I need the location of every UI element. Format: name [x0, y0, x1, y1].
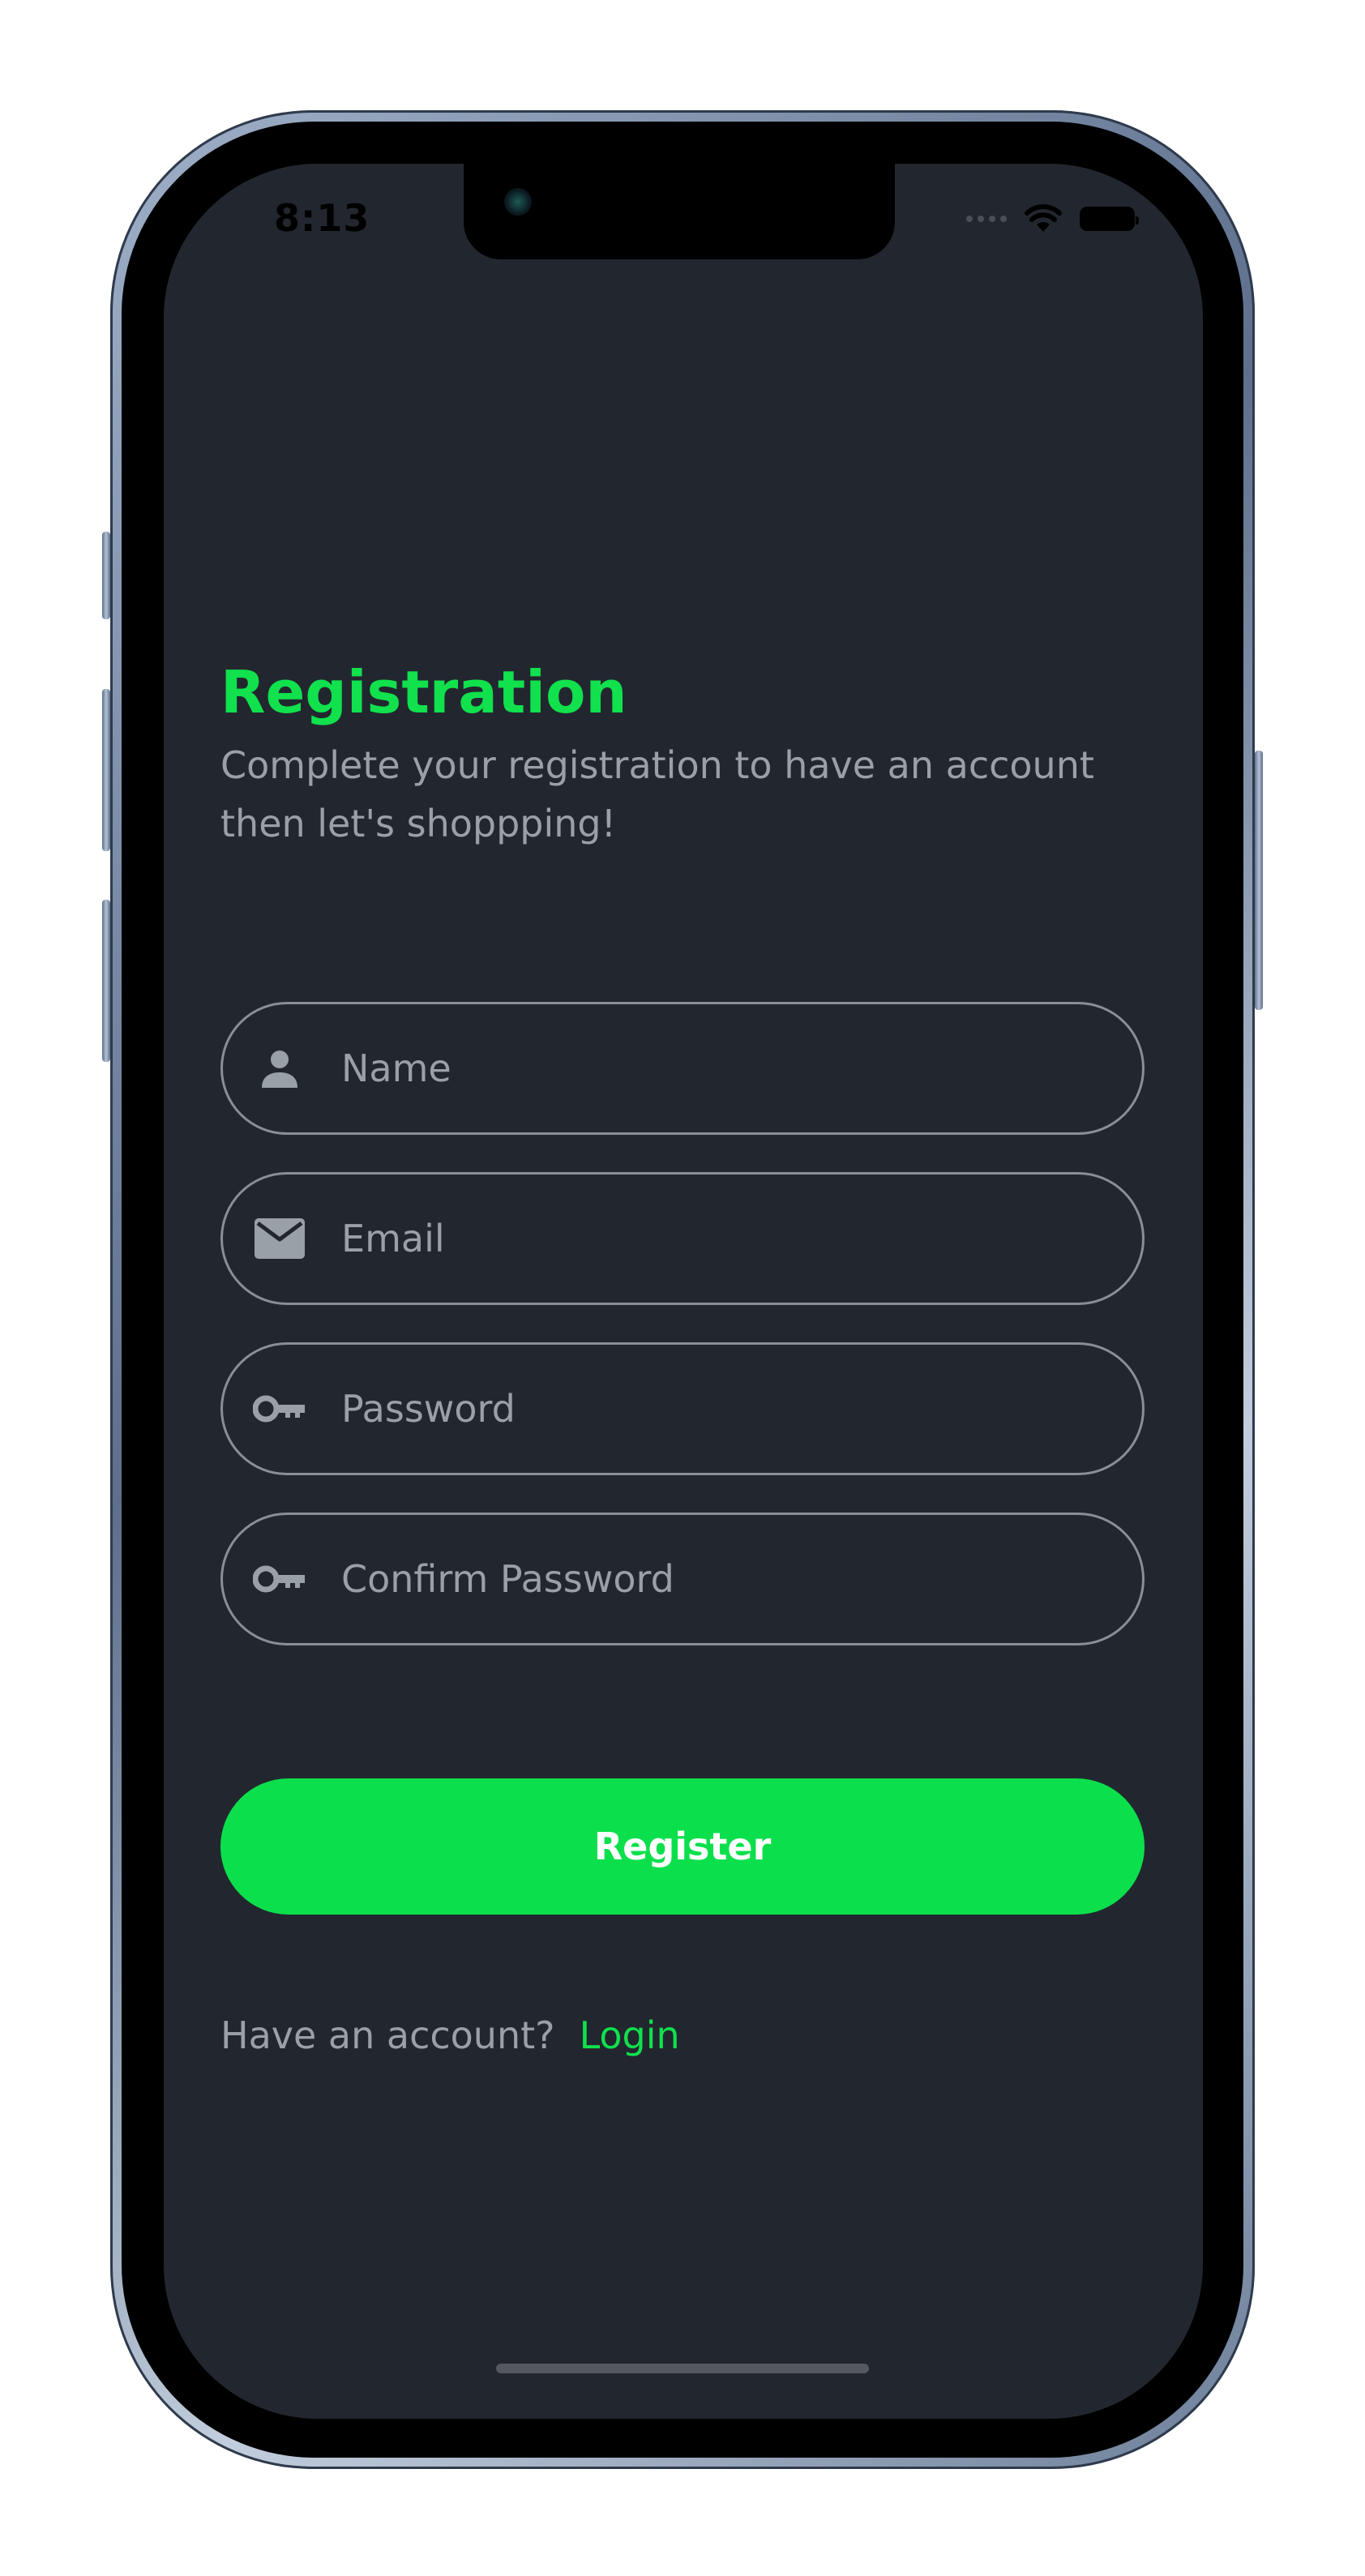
status-icons — [966, 203, 1139, 235]
password-field[interactable] — [220, 1342, 1145, 1475]
wifi-icon — [1025, 204, 1062, 232]
status-time: 8:13 — [274, 196, 370, 240]
have-account-text: Have an account? — [220, 2013, 555, 2057]
confirm-password-input[interactable] — [340, 1556, 1072, 1602]
page-subtitle: Complete your registration to have an ac… — [220, 743, 1094, 845]
phone-frame: 8:13 Registration Complete your registra… — [102, 110, 1263, 2469]
email-field[interactable] — [220, 1172, 1145, 1305]
volume-up-button — [102, 689, 110, 851]
power-button — [1255, 751, 1263, 1010]
cellular-signal-icon — [966, 216, 1007, 222]
page-title: Registration — [220, 658, 627, 726]
home-indicator[interactable] — [496, 2364, 869, 2373]
key-icon — [252, 1381, 307, 1436]
notch — [464, 164, 895, 259]
password-input[interactable] — [340, 1386, 1072, 1431]
screen: 8:13 Registration Complete your registra… — [164, 164, 1203, 2419]
key-icon — [252, 1551, 307, 1607]
name-field[interactable] — [220, 1002, 1145, 1135]
name-input[interactable] — [340, 1046, 1072, 1091]
front-camera — [504, 188, 532, 216]
mute-switch — [102, 532, 110, 619]
email-input[interactable] — [340, 1216, 1072, 1261]
login-prompt: Have an account? Login — [220, 2013, 680, 2057]
person-icon — [252, 1041, 307, 1096]
confirm-password-field[interactable] — [220, 1513, 1145, 1645]
volume-down-button — [102, 900, 110, 1062]
battery-icon — [1080, 207, 1139, 231]
envelope-icon — [252, 1211, 307, 1266]
register-button[interactable]: Register — [220, 1778, 1145, 1915]
login-link[interactable]: Login — [580, 2013, 680, 2057]
